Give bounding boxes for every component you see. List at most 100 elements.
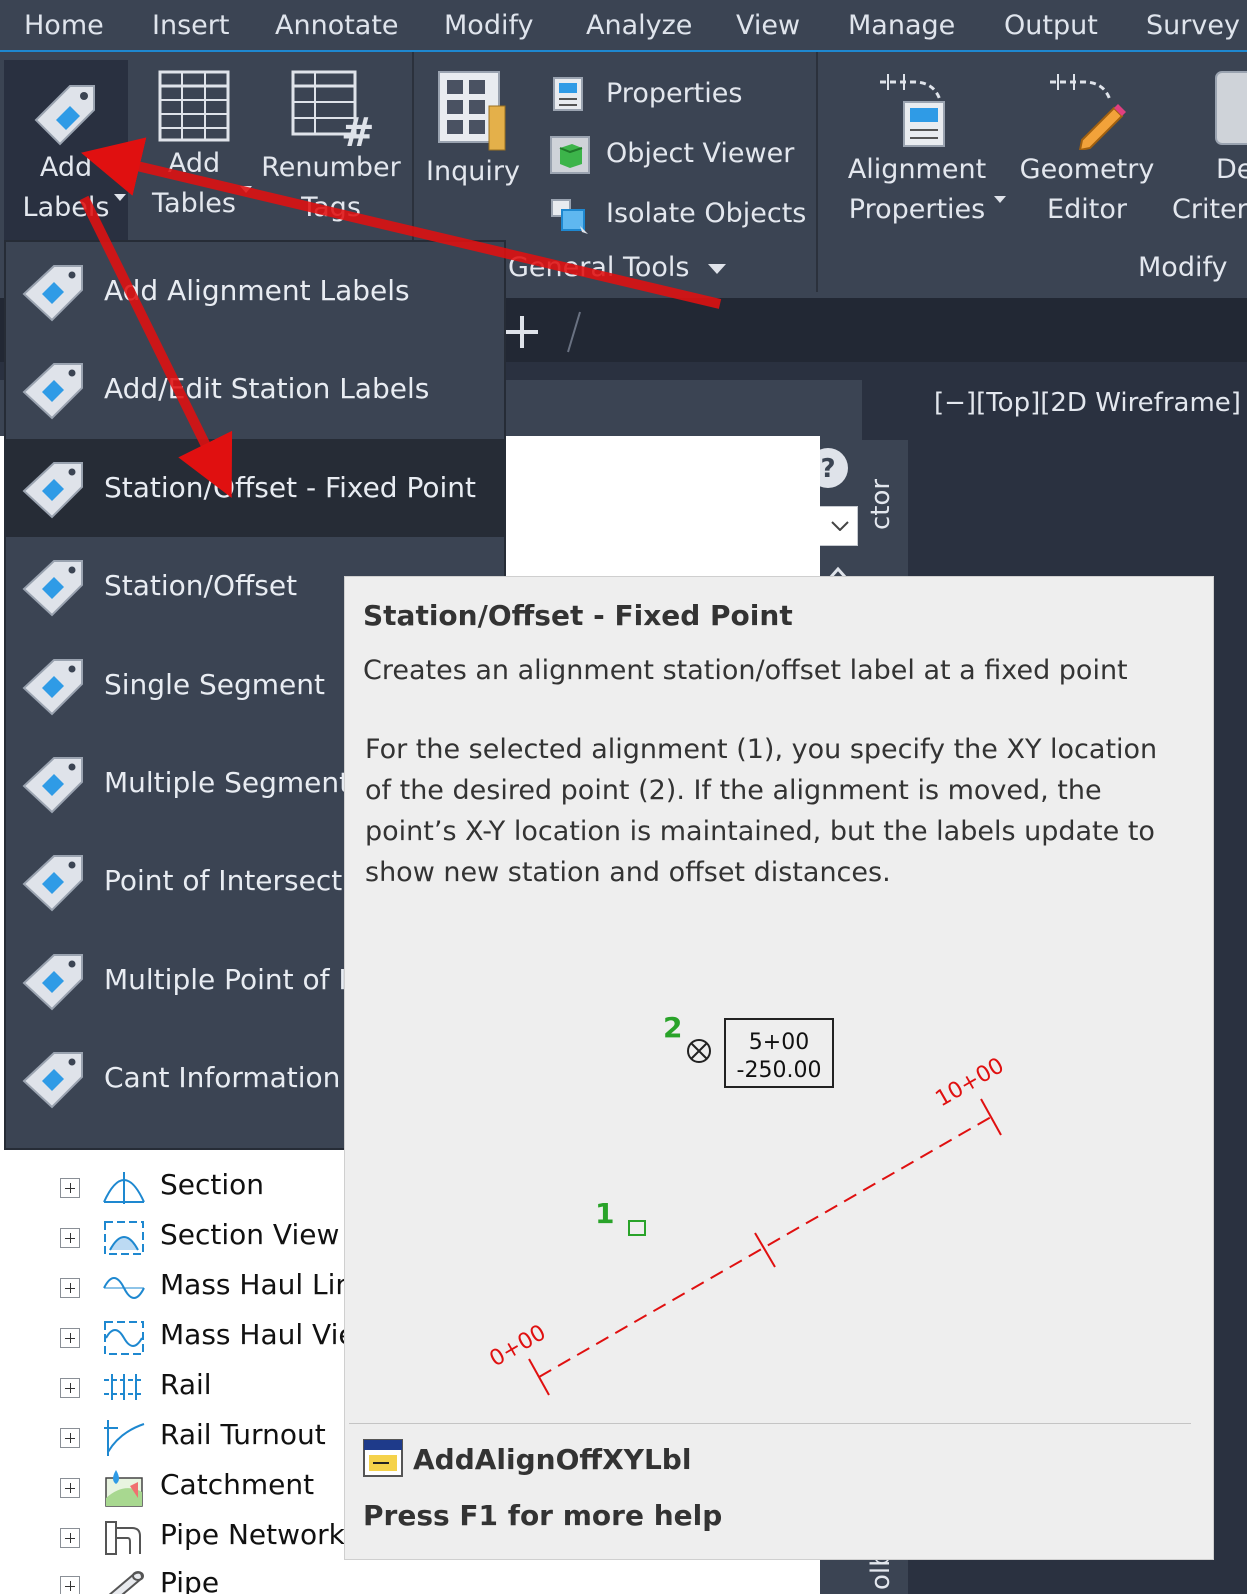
tree-item-label: Rail [160, 1368, 212, 1401]
pipe-icon [108, 1571, 144, 1594]
general-tools-label: General Tools [508, 252, 690, 283]
label-tag-icon [22, 658, 83, 715]
add-tables-text-2: Tables [152, 188, 236, 219]
alignment-properties-text-2: Properties [848, 194, 986, 225]
inquiry-button[interactable]: Inquiry [418, 68, 528, 192]
expand-icon[interactable] [60, 1478, 80, 1498]
add-tables-text-1: Add [167, 148, 221, 179]
alignment-line [538, 1116, 992, 1378]
tooltip-subtitle: Creates an alignment station/offset labe… [363, 655, 1128, 686]
menu-manage[interactable]: Manage [848, 10, 955, 41]
menu-output[interactable]: Output [1004, 10, 1098, 41]
design-criteria-button[interactable]: De Criteri [1166, 66, 1247, 230]
tree-item-label: Rail Turnout [160, 1418, 326, 1451]
design-criteria-icon [1215, 71, 1247, 145]
fixed-point-marker [687, 1039, 711, 1063]
tooltip-command-name: AddAlignOffXYLbl [413, 1443, 692, 1476]
expand-icon[interactable] [60, 1528, 80, 1548]
menu-item-label: Add Alignment Labels [104, 274, 410, 307]
label-tag-icon [22, 953, 83, 1011]
tree-item-label: Pipe Network [160, 1518, 345, 1551]
object-viewer-icon [550, 136, 590, 174]
tree-item-label: Section [160, 1168, 265, 1201]
label-tag-icon [22, 757, 83, 814]
alignment-pick-point [628, 1220, 646, 1236]
add-labels-text-2: Labels [22, 192, 110, 223]
design-criteria-text-1: De [1216, 154, 1247, 185]
caret-down-icon [708, 263, 727, 274]
tooltip-help-hint: Press F1 for more help [363, 1499, 723, 1532]
add-labels-text-1: Add [39, 152, 93, 183]
ribbon-divider [816, 52, 818, 292]
command-line-icon [363, 1439, 403, 1477]
menu-item-add-edit-station-labels[interactable]: Add/Edit Station Labels [6, 340, 504, 438]
catchment-icon [105, 1470, 143, 1507]
expand-icon[interactable] [60, 1576, 80, 1594]
marker-1-label: 1 [595, 1197, 614, 1230]
menu-analyze[interactable]: Analyze [586, 10, 692, 41]
start-tick [528, 1358, 550, 1396]
menu-survey[interactable]: Survey [1146, 10, 1240, 41]
caret-down-icon [114, 194, 126, 201]
svg-text:?: ? [820, 454, 835, 484]
general-tools-panel-button[interactable]: General Tools [508, 252, 727, 283]
caret-down-icon [994, 196, 1006, 203]
menu-bar: Home Insert Annotate Modify Analyze View… [0, 0, 1247, 52]
label-offset: -250.00 [737, 1058, 822, 1083]
label-tag-icon [22, 265, 83, 322]
tooltip-title: Station/Offset - Fixed Point [363, 599, 793, 632]
station-end-label: 10+00 [932, 1053, 1009, 1112]
geometry-editor-icon [1050, 74, 1126, 150]
viewport-controls-label[interactable]: [−][Top][2D Wireframe] [934, 388, 1241, 418]
menu-item-label: Station/Offset - Fixed Point [104, 470, 476, 504]
add-labels-button[interactable]: Add Labels [4, 60, 128, 240]
menu-item-label: Point of Intersection [104, 864, 385, 898]
renumber-tags-text-2: Tags [301, 192, 361, 223]
plus-icon[interactable] [502, 312, 542, 352]
expand-icon[interactable] [60, 1228, 80, 1248]
add-tables-button[interactable]: Add Tables [134, 68, 254, 224]
expand-icon[interactable] [60, 1378, 80, 1398]
tooltip-separator [349, 1423, 1191, 1424]
label-tag-icon [22, 560, 83, 617]
renumber-tags-button[interactable]: # Renumber Tags [256, 68, 406, 228]
geometry-editor-text-1: Geometry [1019, 154, 1155, 185]
menu-home[interactable]: Home [24, 10, 104, 41]
modify-panel-label[interactable]: Modify [1138, 252, 1227, 283]
expand-icon[interactable] [60, 1428, 80, 1448]
isolate-objects-icon [551, 199, 588, 234]
properties-icon [553, 77, 583, 111]
geometry-editor-text-2: Editor [1047, 194, 1127, 225]
properties-text: Properties [606, 78, 743, 109]
menu-item-station-offset-fixed-point[interactable]: Station/Offset - Fixed Point [6, 438, 504, 537]
alignment-properties-button[interactable]: Alignment Properties [842, 66, 992, 230]
section-view-icon [104, 1221, 144, 1255]
prospector-tab[interactable]: ctor [866, 479, 896, 530]
menu-view[interactable]: View [736, 10, 800, 41]
caret-down-icon [240, 186, 252, 193]
menu-item-label: Cant Information [104, 1061, 341, 1095]
expand-icon[interactable] [60, 1178, 80, 1198]
menu-annotate[interactable]: Annotate [275, 10, 399, 41]
object-viewer-text: Object Viewer [606, 138, 795, 169]
menu-item-label: Multiple Segment [104, 766, 351, 799]
menu-item-label: Station/Offset [104, 569, 298, 603]
menu-insert[interactable]: Insert [152, 10, 229, 41]
rail-icon [104, 1374, 144, 1400]
menu-item-add-alignment-labels[interactable]: Add Alignment Labels [6, 242, 504, 340]
rail-turnout-icon [104, 1420, 145, 1456]
inquiry-text: Inquiry [426, 156, 520, 187]
inquiry-icon [438, 71, 506, 151]
svg-text:#: # [341, 110, 373, 148]
alignment-properties-text-1: Alignment [847, 154, 987, 185]
geometry-editor-button[interactable]: Geometry Editor [1012, 66, 1162, 230]
label-tag-icon [22, 1052, 83, 1109]
expand-icon[interactable] [60, 1328, 80, 1348]
menu-modify[interactable]: Modify [444, 10, 533, 41]
label-tag-icon [22, 855, 83, 912]
pipe-network-icon [105, 1521, 141, 1555]
expand-icon[interactable] [60, 1278, 80, 1298]
tree-item-label: Mass Haul Line [160, 1268, 371, 1301]
mass-haul-view-icon [104, 1321, 144, 1355]
renumber-table-icon: # [291, 70, 373, 148]
